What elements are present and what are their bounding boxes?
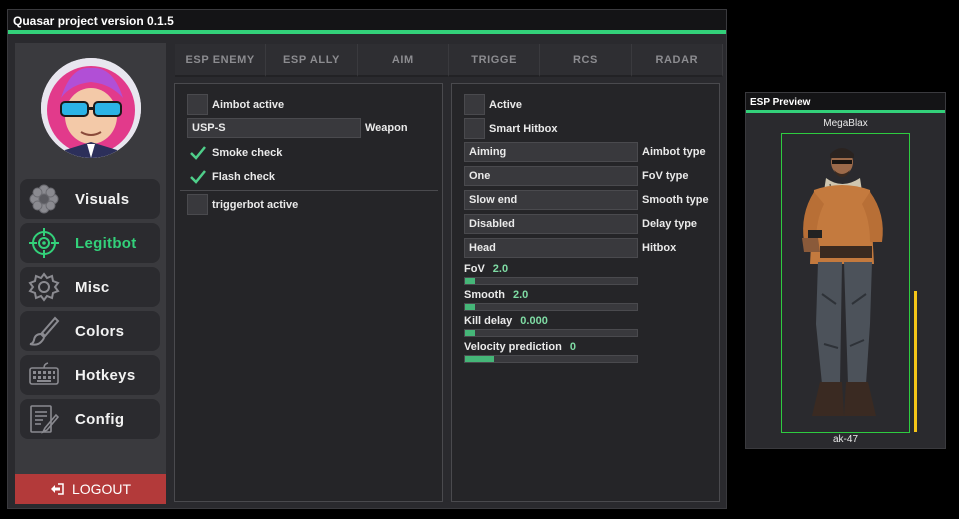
velocity-prediction-slider[interactable] [464, 355, 638, 363]
kill-delay-slider-fill [465, 330, 476, 336]
main-window: Quasar project version 0.1.5 Visuals Leg… [7, 9, 727, 509]
aim-settings-panel: Active Smart Hitbox Aiming Aimbot type O… [451, 83, 720, 502]
divider [180, 190, 438, 191]
checkmark-icon [189, 145, 206, 160]
sidebar-item-misc[interactable]: Misc [20, 267, 160, 307]
velocity-prediction-slider-fill [465, 356, 495, 362]
sidebar-item-colors[interactable]: Colors [20, 311, 160, 351]
esp-preview-title: ESP Preview [746, 93, 945, 110]
sidebar-item-label: Config [75, 410, 125, 428]
aimbot-type-select[interactable]: Aiming [464, 142, 638, 162]
fov-type-select[interactable]: One [464, 166, 638, 186]
smart-hitbox-row: Smart Hitbox [464, 118, 557, 139]
crosshair-icon [26, 225, 62, 261]
esp-bounding-box [781, 133, 910, 433]
logout-label: LOGOUT [71, 481, 132, 497]
flash-check-checkbox[interactable] [187, 166, 208, 187]
hitbox-label: Hitbox [642, 242, 677, 254]
brush-icon [26, 313, 62, 349]
health-bar [914, 291, 917, 432]
triggerbot-active-label: triggerbot active [212, 198, 299, 211]
sidebar-item-label: Misc [75, 278, 110, 296]
logout-icon [50, 483, 64, 495]
flash-check-row: Flash check [187, 166, 275, 187]
aimbot-active-checkbox[interactable] [187, 94, 208, 115]
soldier-model [802, 148, 883, 416]
triggerbot-active-row: triggerbot active [187, 194, 298, 215]
delay-type-label: Delay type [642, 218, 698, 230]
kill-delay-slider-label: Kill delay 0.000 [464, 315, 548, 327]
smoke-check-label: Smoke check [212, 146, 283, 159]
esp-player-name: MegaBlax [823, 118, 868, 129]
window-title: Quasar project version 0.1.5 [8, 10, 726, 31]
smooth-slider[interactable] [464, 303, 638, 311]
tab-aim[interactable]: AIM [357, 44, 449, 77]
delay-type-select[interactable]: Disabled [464, 214, 638, 234]
tab-rcs[interactable]: RCS [540, 44, 632, 77]
smoke-check-checkbox[interactable] [187, 142, 208, 163]
kill-delay-value: 0.000 [520, 315, 548, 327]
smooth-slider-label: Smooth 2.0 [464, 289, 529, 301]
smooth-type-label: Smooth type [642, 194, 709, 206]
weapon-input[interactable]: USP-S [187, 118, 361, 138]
smooth-type-row: Slow end Smooth type [464, 190, 709, 210]
logout-button[interactable]: LOGOUT [15, 474, 166, 504]
sidebar-item-label: Hotkeys [75, 366, 136, 384]
fov-slider-fill [465, 278, 476, 284]
weapon-row: USP-S Weapon [187, 118, 408, 138]
checkmark-icon [189, 169, 206, 184]
velocity-prediction-slider-label: Velocity prediction 0 [464, 341, 576, 353]
smooth-value: 2.0 [512, 289, 529, 301]
active-checkbox[interactable] [464, 94, 485, 115]
sidebar-item-config[interactable]: Config [20, 399, 160, 439]
smart-hitbox-label: Smart Hitbox [489, 122, 558, 135]
sidebar-item-label: Colors [75, 322, 125, 340]
kill-delay-slider[interactable] [464, 329, 638, 337]
sidebar-item-legitbot[interactable]: Legitbot [20, 223, 160, 263]
tab-esp-ally[interactable]: ESP ALLY [266, 44, 358, 77]
aimbot-active-label: Aimbot active [212, 98, 285, 111]
fov-slider-label: FoV 2.0 [464, 263, 509, 275]
flash-check-label: Flash check [212, 170, 275, 183]
fov-type-row: One FoV type [464, 166, 688, 186]
tab-radar[interactable]: RADAR [631, 44, 723, 77]
gear-icon [26, 269, 62, 305]
esp-title-accent-bar [746, 110, 945, 113]
tab-esp-enemy[interactable]: ESP ENEMY [175, 44, 267, 77]
hitbox-row: Head Hitbox [464, 238, 676, 258]
delay-type-row: Disabled Delay type [464, 214, 697, 234]
fov-type-label: FoV type [642, 170, 689, 182]
flower-icon [26, 181, 62, 217]
smart-hitbox-checkbox[interactable] [464, 118, 485, 139]
tab-bar: ESP ENEMY ESP ALLY AIM TRIGGE RCS RADAR [175, 44, 723, 77]
velocity-prediction-value: 0 [569, 341, 576, 353]
triggerbot-active-checkbox[interactable] [187, 194, 208, 215]
sidebar-item-hotkeys[interactable]: Hotkeys [20, 355, 160, 395]
aimbot-panel: Aimbot active USP-S Weapon Smoke check F… [174, 83, 443, 502]
title-accent-bar [8, 30, 726, 34]
smoke-check-row: Smoke check [187, 142, 282, 163]
aimbot-type-label: Aimbot type [642, 146, 706, 158]
document-edit-icon [26, 401, 62, 437]
smooth-slider-fill [465, 304, 476, 310]
keyboard-icon [26, 357, 62, 393]
weapon-label: Weapon [365, 122, 408, 134]
active-label: Active [489, 98, 523, 111]
fov-slider[interactable] [464, 277, 638, 285]
hitbox-select[interactable]: Head [464, 238, 638, 258]
tab-trigger[interactable]: TRIGGE [448, 44, 541, 77]
sidebar-item-label: Legitbot [75, 234, 137, 252]
esp-preview-window: ESP Preview MegaBlax ak-47 [745, 92, 946, 449]
aimbot-type-row: Aiming Aimbot type [464, 142, 706, 162]
active-row: Active [464, 94, 522, 115]
esp-weapon-label: ak-47 [832, 434, 858, 445]
fov-value: 2.0 [492, 263, 509, 275]
sidebar-item-label: Visuals [75, 190, 130, 208]
avatar [41, 58, 141, 158]
smooth-type-select[interactable]: Slow end [464, 190, 638, 210]
sidebar: Visuals Legitbot Misc Colors Hotkeys Con… [15, 43, 166, 504]
aimbot-active-row: Aimbot active [187, 94, 284, 115]
sidebar-item-visuals[interactable]: Visuals [20, 179, 160, 219]
